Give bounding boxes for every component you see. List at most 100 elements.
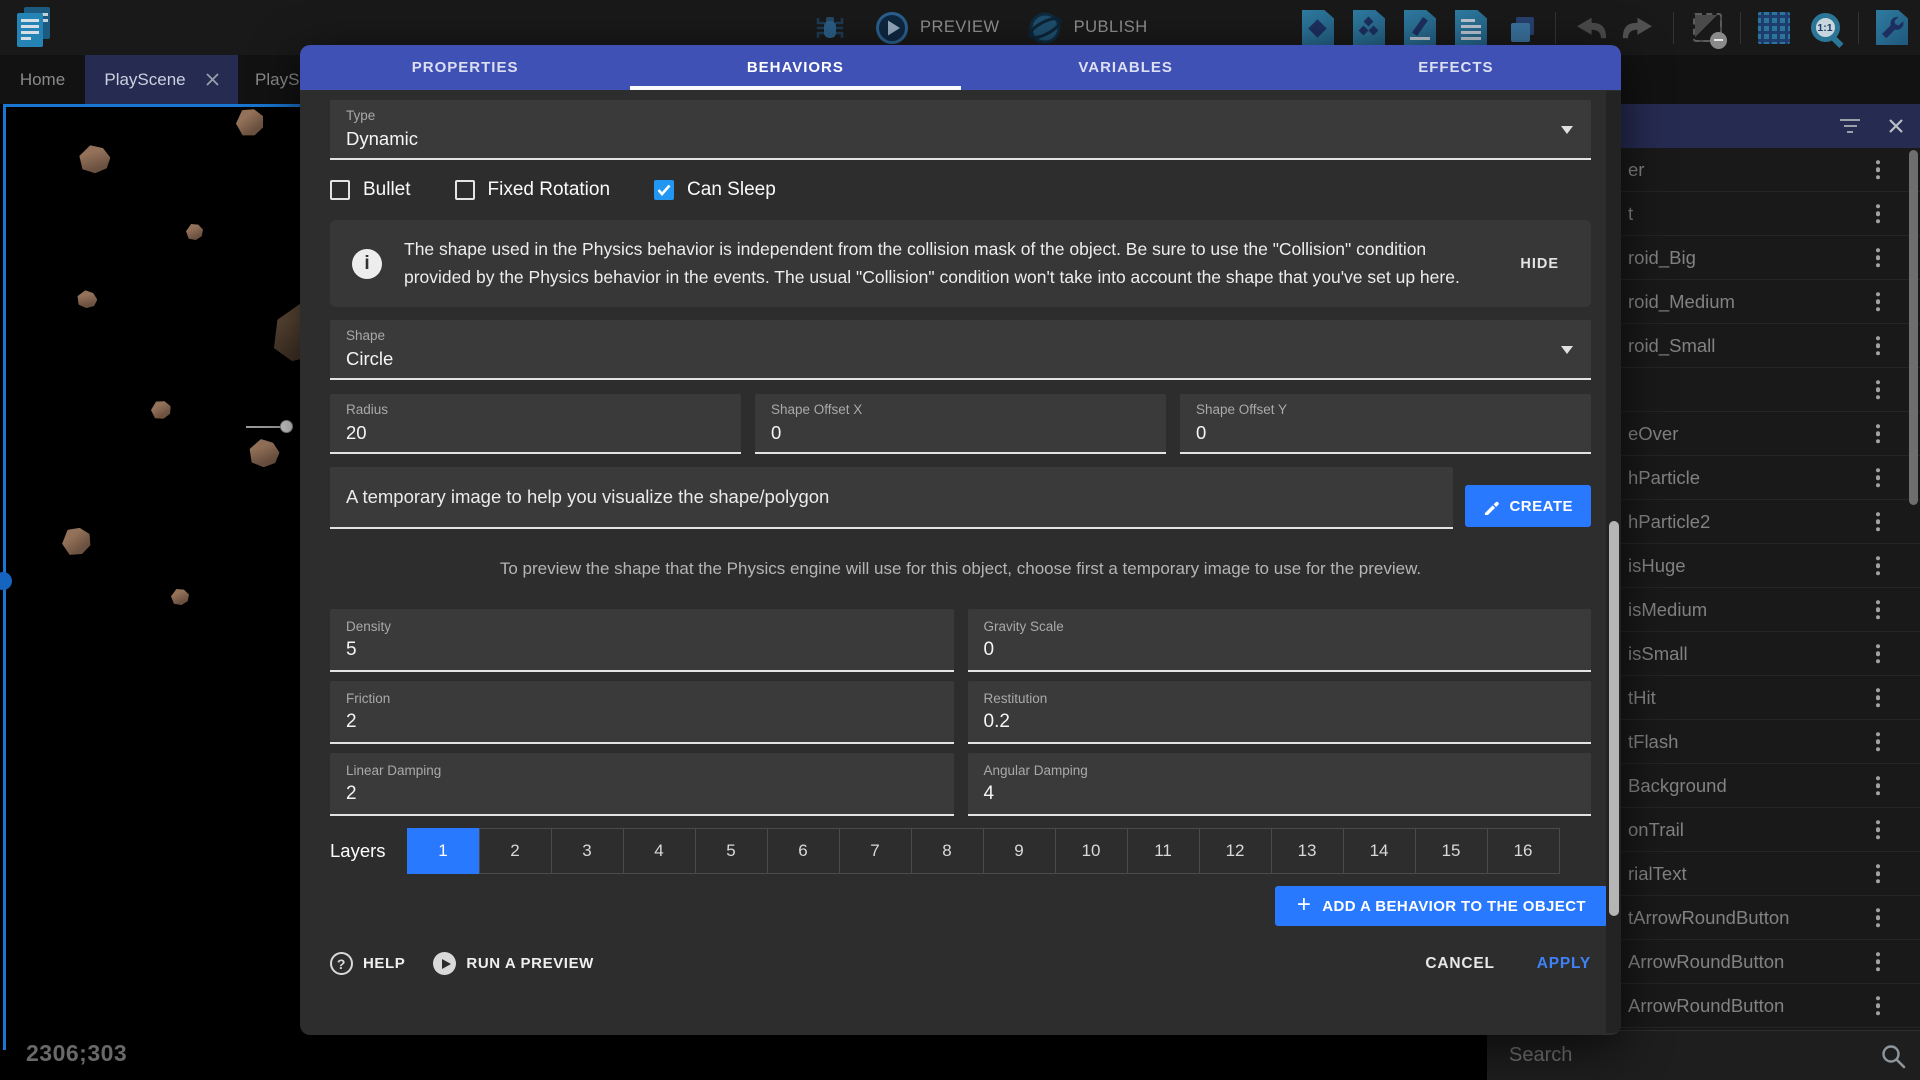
- asteroid-sprite[interactable]: [171, 589, 189, 605]
- layer-button-15[interactable]: 15: [1415, 828, 1488, 874]
- layers-icon[interactable]: [1504, 10, 1540, 46]
- object-name: rialText: [1628, 863, 1687, 885]
- tab-home[interactable]: Home: [0, 55, 85, 104]
- tab-effects[interactable]: EFFECTS: [1291, 45, 1621, 90]
- asteroid-sprite[interactable]: [247, 437, 282, 470]
- type-label: Type: [346, 108, 1575, 123]
- kebab-menu-icon[interactable]: [1876, 949, 1881, 975]
- help-button[interactable]: ? HELP: [330, 952, 405, 975]
- shape-offset-y-field[interactable]: Shape Offset Y 0: [1180, 394, 1591, 454]
- kebab-menu-icon[interactable]: [1876, 773, 1881, 799]
- hide-button[interactable]: HIDE: [1514, 248, 1565, 280]
- edit-scene-icon[interactable]: [1402, 10, 1438, 46]
- kebab-menu-icon[interactable]: [1876, 333, 1881, 359]
- layer-button-13[interactable]: 13: [1271, 828, 1344, 874]
- kebab-menu-icon[interactable]: [1876, 377, 1881, 403]
- asteroid-sprite[interactable]: [150, 400, 172, 420]
- grid-icon[interactable]: [1756, 10, 1792, 46]
- friction-field[interactable]: Friction 2: [330, 681, 954, 744]
- restitution-field[interactable]: Restitution 0.2: [968, 681, 1592, 744]
- radius-field[interactable]: Radius 20: [330, 394, 741, 454]
- cancel-button[interactable]: CANCEL: [1425, 955, 1494, 973]
- filter-icon[interactable]: [1840, 119, 1860, 134]
- kebab-menu-icon[interactable]: [1876, 553, 1881, 579]
- kebab-menu-icon[interactable]: [1876, 245, 1881, 271]
- gravity-scale-field[interactable]: Gravity Scale 0: [968, 609, 1592, 672]
- layer-button-7[interactable]: 7: [839, 828, 912, 874]
- undo-icon[interactable]: [1571, 10, 1607, 46]
- close-panel-icon[interactable]: [1888, 118, 1904, 134]
- kebab-menu-icon[interactable]: [1876, 465, 1881, 491]
- kebab-menu-icon[interactable]: [1876, 641, 1881, 667]
- kebab-menu-icon[interactable]: [1876, 597, 1881, 623]
- add-object-icon[interactable]: [1300, 10, 1336, 46]
- can-sleep-checkbox[interactable]: [654, 180, 674, 200]
- tab-variables[interactable]: VARIABLES: [961, 45, 1291, 90]
- layer-button-12[interactable]: 12: [1199, 828, 1272, 874]
- asteroid-sprite[interactable]: [75, 289, 99, 311]
- close-tab-icon[interactable]: [206, 73, 219, 86]
- layer-button-6[interactable]: 6: [767, 828, 840, 874]
- panel-scrollbar-thumb[interactable]: [1909, 150, 1918, 505]
- asteroid-sprite[interactable]: [234, 107, 266, 138]
- objects-groups-icon[interactable]: [1351, 10, 1387, 46]
- asteroid-sprite[interactable]: [186, 224, 203, 240]
- tab-behaviors[interactable]: BEHAVIORS: [630, 45, 960, 90]
- properties-list-icon[interactable]: [1453, 10, 1489, 46]
- layer-button-10[interactable]: 10: [1055, 828, 1128, 874]
- asteroid-sprite[interactable]: [59, 525, 94, 558]
- layer-button-14[interactable]: 14: [1343, 828, 1416, 874]
- kebab-menu-icon[interactable]: [1876, 993, 1881, 1019]
- angular-damping-field[interactable]: Angular Damping 4: [968, 753, 1592, 816]
- gizmo-handle-dot[interactable]: [280, 420, 293, 433]
- create-button[interactable]: CREATE: [1465, 485, 1591, 527]
- type-select[interactable]: Type Dynamic: [330, 100, 1591, 160]
- layer-button-8[interactable]: 8: [911, 828, 984, 874]
- shape-offset-x-label: Shape Offset X: [771, 402, 1150, 417]
- preview-button[interactable]: PREVIEW: [874, 10, 1000, 46]
- selection-handle-dot[interactable]: [0, 572, 12, 590]
- kebab-menu-icon[interactable]: [1876, 905, 1881, 931]
- debug-icon[interactable]: [812, 10, 848, 46]
- redo-icon[interactable]: [1622, 10, 1658, 46]
- apply-button[interactable]: APPLY: [1537, 955, 1591, 973]
- add-behavior-button[interactable]: + ADD A BEHAVIOR TO THE OBJECT: [1275, 886, 1608, 926]
- layer-button-11[interactable]: 11: [1127, 828, 1200, 874]
- kebab-menu-icon[interactable]: [1876, 289, 1881, 315]
- search-input[interactable]: [1509, 1031, 1869, 1080]
- layer-button-5[interactable]: 5: [695, 828, 768, 874]
- project-manager-icon[interactable]: [12, 5, 56, 51]
- kebab-menu-icon[interactable]: [1876, 509, 1881, 535]
- shape-select[interactable]: Shape Circle: [330, 320, 1591, 380]
- fixed-rotation-checkbox[interactable]: [455, 180, 475, 200]
- kebab-menu-icon[interactable]: [1876, 685, 1881, 711]
- layer-button-9[interactable]: 9: [983, 828, 1056, 874]
- run-preview-button[interactable]: RUN A PREVIEW: [433, 952, 594, 975]
- kebab-menu-icon[interactable]: [1876, 817, 1881, 843]
- tab-playscene[interactable]: PlayScene: [85, 55, 238, 104]
- kebab-menu-icon[interactable]: [1876, 861, 1881, 887]
- bullet-checkbox[interactable]: [330, 180, 350, 200]
- asteroid-sprite[interactable]: [77, 144, 111, 175]
- layer-button-4[interactable]: 4: [623, 828, 696, 874]
- temporary-image-field[interactable]: A temporary image to help you visualize …: [330, 467, 1453, 529]
- dialog-scrollbar-thumb[interactable]: [1609, 521, 1619, 916]
- kebab-menu-icon[interactable]: [1876, 201, 1881, 227]
- density-field[interactable]: Density 5: [330, 609, 954, 672]
- layer-button-2[interactable]: 2: [479, 828, 552, 874]
- kebab-menu-icon[interactable]: [1876, 729, 1881, 755]
- layer-button-1[interactable]: 1: [407, 828, 480, 874]
- flags-row: Bullet Fixed Rotation Can Sleep: [330, 173, 1591, 207]
- linear-damping-field[interactable]: Linear Damping 2: [330, 753, 954, 816]
- zoom-one-to-one-icon[interactable]: 1:1: [1807, 10, 1843, 46]
- delete-selection-icon[interactable]: [1689, 10, 1725, 46]
- layer-button-16[interactable]: 16: [1487, 828, 1560, 874]
- dialog-scrollbar-track[interactable]: [1606, 91, 1621, 1033]
- layer-button-3[interactable]: 3: [551, 828, 624, 874]
- kebab-menu-icon[interactable]: [1876, 421, 1881, 447]
- publish-button[interactable]: PUBLISH: [1026, 9, 1148, 47]
- shape-offset-x-field[interactable]: Shape Offset X 0: [755, 394, 1166, 454]
- tab-properties[interactable]: PROPERTIES: [300, 45, 630, 90]
- kebab-menu-icon[interactable]: [1876, 157, 1881, 183]
- scene-properties-wrench-icon[interactable]: [1874, 10, 1910, 46]
